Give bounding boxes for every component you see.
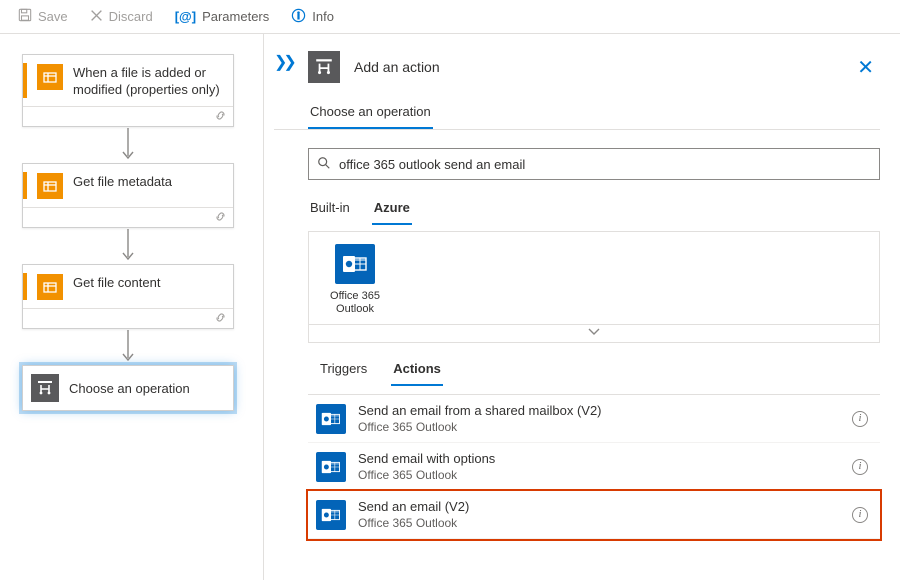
outlook-icon [316, 500, 346, 530]
choose-operation-card[interactable]: Choose an operation [22, 365, 234, 411]
action-name: Send email with options [358, 451, 840, 466]
link-icon [214, 311, 227, 327]
search-operations-field[interactable] [308, 148, 880, 180]
save-button[interactable]: Save [8, 4, 78, 29]
connector-tile-label: Office 365 Outlook [323, 290, 387, 316]
expand-connectors-button[interactable] [308, 325, 880, 343]
chevron-down-icon [588, 328, 600, 339]
parameters-icon: [@] [175, 9, 196, 24]
info-button[interactable]: Info [281, 4, 344, 30]
parameters-label: Parameters [202, 9, 269, 24]
onedrive-icon [37, 274, 63, 300]
search-input[interactable] [339, 157, 871, 172]
connector-grid: Office 365 Outlook [308, 231, 880, 325]
flow-connector [22, 228, 234, 264]
save-icon [18, 8, 32, 25]
onedrive-icon [37, 64, 63, 90]
flow-step-title: Get file content [73, 273, 223, 291]
discard-label: Discard [109, 9, 153, 24]
flow-step-title: Get file metadata [73, 172, 223, 190]
accent-strip [23, 172, 27, 199]
parameters-button[interactable]: [@] Parameters [165, 5, 280, 28]
search-icon [317, 156, 331, 173]
close-pane-button[interactable]: ✕ [851, 51, 880, 84]
save-label: Save [38, 9, 68, 24]
accent-strip [23, 63, 27, 98]
action-list: Send an email from a shared mailbox (V2)… [308, 394, 880, 539]
action-info-button[interactable]: i [852, 459, 868, 475]
discard-button[interactable]: Discard [80, 5, 163, 29]
connector-tile-outlook[interactable]: Office 365 Outlook [323, 244, 387, 316]
flow-step-content[interactable]: Get file content [22, 264, 234, 329]
pane-title: Add an action [354, 59, 837, 75]
flow-canvas[interactable]: When a file is added or modified (proper… [0, 34, 264, 580]
tab-actions[interactable]: Actions [391, 357, 443, 386]
flow-step-metadata[interactable]: Get file metadata [22, 163, 234, 228]
action-info-button[interactable]: i [852, 507, 868, 523]
outlook-icon [316, 404, 346, 434]
action-connector: Office 365 Outlook [358, 468, 840, 482]
action-connector: Office 365 Outlook [358, 516, 840, 530]
filter-azure[interactable]: Azure [372, 196, 412, 225]
outlook-icon [316, 452, 346, 482]
top-toolbar: Save Discard [@] Parameters Info [0, 0, 900, 34]
operation-icon [31, 374, 59, 402]
action-name: Send an email from a shared mailbox (V2) [358, 403, 840, 418]
flow-connector [22, 329, 234, 365]
link-icon [214, 210, 227, 226]
filter-built-in[interactable]: Built-in [308, 196, 352, 225]
link-icon [214, 109, 227, 125]
action-item-shared-mailbox[interactable]: Send an email from a shared mailbox (V2)… [308, 395, 880, 443]
action-picker-pane: ❯❯ Add an action ✕ Choose an operation B… [264, 34, 900, 580]
collapse-pane-button[interactable]: ❯❯ [274, 52, 293, 72]
outlook-icon [335, 244, 375, 284]
close-icon [90, 9, 103, 25]
onedrive-icon [37, 173, 63, 199]
tab-triggers[interactable]: Triggers [318, 357, 369, 386]
flow-step-title: When a file is added or modified (proper… [73, 63, 223, 98]
tab-choose-operation[interactable]: Choose an operation [308, 98, 433, 129]
flow-step-trigger[interactable]: When a file is added or modified (proper… [22, 54, 234, 127]
info-icon [291, 8, 306, 26]
accent-strip [23, 273, 27, 300]
action-connector: Office 365 Outlook [358, 420, 840, 434]
flow-connector [22, 127, 234, 163]
info-label: Info [312, 9, 334, 24]
action-item-send-options[interactable]: Send email with options Office 365 Outlo… [308, 443, 880, 491]
operation-icon [308, 51, 340, 83]
action-name: Send an email (V2) [358, 499, 840, 514]
choose-operation-label: Choose an operation [69, 381, 190, 396]
action-item-send-email-v2[interactable]: Send an email (V2) Office 365 Outlook i [308, 491, 880, 539]
action-info-button[interactable]: i [852, 411, 868, 427]
